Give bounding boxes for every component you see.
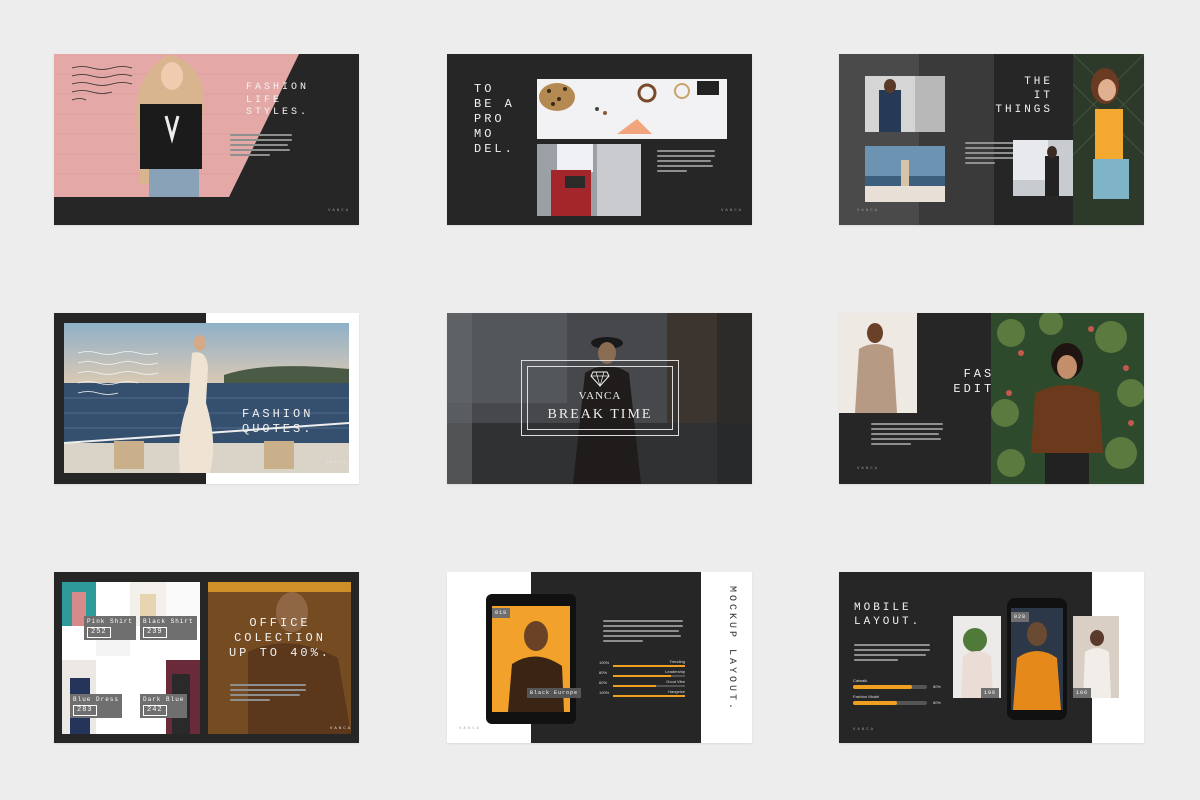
- model-photo-1: [865, 76, 945, 132]
- model-white-photo: [1073, 616, 1119, 698]
- boat-photo: [865, 146, 945, 202]
- screen-caption: Black Europe: [527, 688, 582, 698]
- bar-percent: 80%: [599, 670, 608, 675]
- product-tag-black-shirt[interactable]: Black Shirt 239: [140, 616, 197, 640]
- slide-title: TO BE A PRO MO DEL.: [474, 82, 515, 156]
- body-text: [854, 644, 930, 661]
- slide-title: FASHION LIFE STYLES.: [246, 82, 310, 118]
- product-price: 242: [143, 705, 167, 716]
- slide-title: THE IT THINGS: [995, 76, 1053, 116]
- bar-label: Fashion Model: [853, 694, 880, 699]
- bar-fill: [853, 701, 898, 705]
- slide-to-be-a-promodel[interactable]: TO BE A PRO MO DEL. VANCA: [447, 54, 752, 225]
- yacht-photo: [64, 323, 349, 473]
- body-text: [603, 620, 683, 642]
- bar-fill: [613, 665, 685, 667]
- slide-title: FASHION QUOTES.: [242, 407, 314, 436]
- slide-fashion-life-styles[interactable]: FASHION LIFE STYLES. VANCA: [54, 54, 359, 225]
- bar-percent: 60%: [599, 680, 608, 685]
- phone-tag: 020: [1011, 612, 1030, 622]
- brand-mark: VANCA: [853, 728, 876, 732]
- photo-tag-right: 106: [1073, 688, 1092, 698]
- bar-label: Good Vibe: [666, 679, 685, 684]
- bar-label: Leadership: [665, 669, 685, 674]
- product-price: 283: [73, 705, 97, 716]
- body-text: [230, 684, 306, 701]
- body-text: [871, 423, 943, 445]
- slide-mobile-layout[interactable]: MOBILE LAYOUT. Catwalk 80% Fashion Model…: [839, 572, 1144, 743]
- brand-mark: VANCA: [330, 727, 353, 731]
- slide-title: OFFICE COLECTION UP TO 40%.: [228, 616, 331, 660]
- slide-office-colection[interactable]: Pink Shirt 252 Black Shirt 239 Blue Dres…: [54, 572, 359, 743]
- skill-bars: Catwalk 80% Fashion Model 60%: [853, 678, 941, 708]
- bar-fill: [853, 685, 913, 689]
- bar-percent: 80%: [932, 684, 941, 689]
- bar-fill: [613, 675, 671, 677]
- brand-mark: VANCA: [328, 209, 351, 213]
- bar-label: Catwalk: [853, 678, 868, 683]
- product-name: Dark Blue: [143, 696, 185, 703]
- slide-break-time[interactable]: VANCA BREAK TIME: [447, 313, 752, 484]
- slide-title: MOCKUP LAYOUT.: [726, 586, 737, 713]
- bar-fill: [613, 685, 657, 687]
- fence-model-photo: [1073, 54, 1144, 225]
- brand-mark: VANCA: [857, 209, 880, 213]
- slide-fashion-editrix[interactable]: FASHION EDITRIX. VANCA: [839, 313, 1144, 484]
- product-name: Blue Dress: [73, 696, 120, 703]
- product-name: Pink Shirt: [87, 618, 134, 625]
- brand-mark: VANCA: [459, 727, 482, 731]
- slide-title: MOBILE LAYOUT.: [854, 602, 922, 628]
- product-name: Black Shirt: [143, 618, 194, 625]
- brand-name: VANCA: [578, 390, 622, 402]
- bar-fill: [613, 695, 685, 697]
- brand-mark: VANCA: [721, 209, 744, 213]
- body-text: [965, 142, 1019, 164]
- photo-tag-left: 106: [981, 688, 1000, 698]
- bar-percent: 100%: [599, 660, 610, 665]
- brand-mark: VANCA: [326, 461, 349, 465]
- slide-mockup-layout[interactable]: 019 Black Europe 100% Trending 80% Leade…: [447, 572, 752, 743]
- model-street-photo: [537, 144, 641, 216]
- bar-label: Trending: [669, 659, 685, 664]
- bar-label: Hangelse: [668, 689, 685, 694]
- brand-mark: VANCA: [857, 467, 880, 471]
- model-beige-photo: [839, 313, 917, 413]
- accessories-photo: [537, 79, 727, 139]
- slide-the-it-things[interactable]: THE IT THINGS VANCA: [839, 54, 1144, 225]
- product-price: 239: [143, 627, 167, 638]
- product-price: 252: [87, 627, 111, 638]
- product-tag-dark-blue[interactable]: Dark Blue 242: [140, 694, 188, 718]
- model-plant-photo: [953, 616, 1001, 698]
- product-tag-blue-dress[interactable]: Blue Dress 283: [70, 694, 123, 718]
- bar-percent: 100%: [599, 690, 610, 695]
- slide-fashion-quotes[interactable]: FASHION QUOTES. VANCA: [54, 313, 359, 484]
- flower-wall-photo: [991, 313, 1144, 484]
- phone-screen-photo: [1011, 608, 1063, 710]
- body-text: [657, 150, 715, 172]
- screen-tag: 019: [492, 608, 511, 618]
- skill-bars: 100% Trending 80% Leadership 60% Good Vi…: [599, 659, 685, 724]
- product-tag-pink-shirt[interactable]: Pink Shirt 252: [84, 616, 137, 640]
- bar-percent: 60%: [932, 700, 941, 705]
- pink-wall-photo: [54, 54, 299, 197]
- body-text: [230, 134, 292, 156]
- diamond-icon: [590, 371, 610, 387]
- slide-title: BREAK TIME: [547, 407, 653, 422]
